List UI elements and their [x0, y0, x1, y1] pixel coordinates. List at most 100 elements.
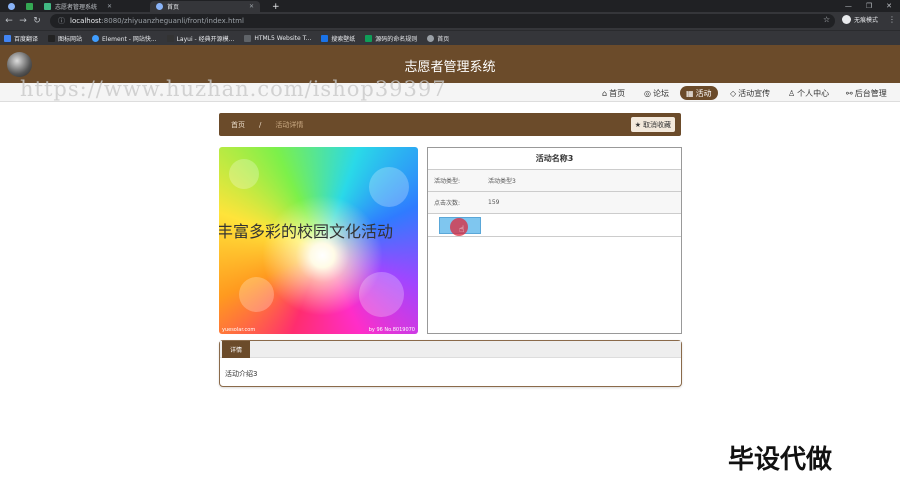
- unfavorite-button[interactable]: ★ 取消收藏: [630, 117, 675, 132]
- bookmark-icon: [321, 34, 329, 42]
- globe-icon: [156, 3, 163, 10]
- unfavorite-label: 取消收藏: [643, 120, 671, 129]
- bookmark-label: 首页: [437, 35, 450, 43]
- new-tab-button[interactable]: +: [266, 1, 286, 12]
- chrome-icon: [8, 3, 15, 10]
- image-caption-text: 丰富多彩的校园文化活动: [219, 222, 394, 241]
- hand-cursor-icon: ☝: [459, 225, 465, 235]
- tab-label: 志愿者管理系统: [55, 4, 98, 11]
- bookmark-label: 图标网站: [58, 35, 83, 43]
- bokeh-circle: [239, 277, 274, 312]
- nav-label: 后台管理: [854, 88, 887, 98]
- close-tab-icon[interactable]: ✕: [107, 3, 112, 10]
- bookmark-item[interactable]: 搜索壁纸: [321, 34, 355, 43]
- bookmark-item[interactable]: Element - 网站快...: [92, 34, 157, 43]
- site-title: 志愿者管理系统: [404, 60, 496, 75]
- maximize-icon[interactable]: ❐: [866, 2, 872, 10]
- bookmark-icon: [48, 34, 56, 42]
- bookmark-icon: [4, 34, 11, 42]
- details-panel: 详情 活动介绍3: [219, 340, 682, 387]
- home-icon: ⌂: [602, 88, 608, 98]
- url-watermark: https://www.huzhan.com/ishop39397: [20, 77, 447, 101]
- browser-tab-app[interactable]: 志愿者管理系统 ✕: [38, 1, 148, 12]
- nav-label: 活动宣传: [738, 88, 771, 98]
- info-row-type: 活动类型: 活动类型3: [428, 170, 681, 192]
- bookmark-icon: [166, 34, 174, 42]
- close-tab-icon[interactable]: ✕: [249, 3, 254, 10]
- tab-details[interactable]: 详情: [222, 341, 251, 358]
- url-host: localhost: [70, 17, 102, 25]
- bookmark-star-icon[interactable]: ☆: [823, 15, 830, 24]
- tag-icon: ◇: [730, 88, 737, 98]
- nav-item-admin[interactable]: ⚯ 后台管理: [840, 86, 893, 100]
- bookmark-item[interactable]: Layui - 经典开源模...: [166, 34, 235, 43]
- forward-icon[interactable]: →: [16, 16, 30, 26]
- nav-item-forum[interactable]: ◎ 论坛: [638, 86, 675, 100]
- grid-icon: ▦: [686, 88, 694, 98]
- url-path: :8080/zhiyuanzheguanli/front/index.html: [101, 17, 244, 25]
- bookmark-item[interactable]: 图标网站: [48, 34, 82, 43]
- link-icon: ⚯: [846, 88, 853, 98]
- address-bar: ← → ↻ ⓘ localhost:8080/zhiyuanzheguanli/…: [0, 12, 900, 30]
- action-row: ☝: [428, 214, 681, 237]
- corner-watermark: 毕设代做: [728, 445, 833, 475]
- info-icon: ⓘ: [58, 17, 65, 25]
- bookmark-icon: [244, 34, 252, 42]
- bookmark-label: 源码的命名规则: [375, 35, 418, 43]
- user-icon: ♙: [788, 88, 796, 98]
- bookmark-label: HTML5 Website T...: [254, 34, 312, 42]
- bookmark-icon: [92, 34, 100, 42]
- back-icon[interactable]: ←: [2, 16, 16, 26]
- info-row-clicks: 点击次数: 159: [428, 192, 681, 214]
- bookmark-item[interactable]: HTML5 Website T...: [244, 34, 312, 42]
- nav-label: 活动: [695, 88, 712, 98]
- browser-menu-icon[interactable]: ⋮: [888, 15, 896, 24]
- close-window-icon[interactable]: ✕: [886, 2, 892, 10]
- profile-label: 无痕模式: [854, 17, 879, 24]
- tab-favicon-icon: [26, 3, 33, 10]
- bookmark-item[interactable]: 首页: [427, 34, 449, 43]
- image-credit-left: yuesolar.com: [222, 327, 256, 333]
- details-content: 活动介绍3: [225, 370, 258, 378]
- bokeh-circle: [359, 272, 404, 317]
- bookmark-item[interactable]: 百度翻译: [4, 34, 38, 43]
- minimize-icon[interactable]: —: [845, 2, 852, 10]
- info-label: 点击次数:: [434, 200, 461, 207]
- incognito-icon: [842, 15, 851, 24]
- info-value: 159: [488, 199, 500, 206]
- bookmark-icon: [365, 34, 373, 42]
- bookmarks-bar: 百度翻译 图标网站 Element - 网站快... Layui - 经典开源模…: [0, 30, 900, 45]
- bookmark-item[interactable]: 源码的命名规则: [365, 34, 417, 43]
- tab-label: 首页: [167, 4, 180, 11]
- breadcrumb: 首页 / 活动详情 ★ 取消收藏: [219, 113, 681, 136]
- bokeh-circle: [229, 159, 259, 189]
- chat-icon: ◎: [644, 88, 651, 98]
- vue-icon: [44, 3, 51, 10]
- nav-item-activity[interactable]: ▦ 活动: [680, 86, 718, 100]
- nav-item-promo[interactable]: ◇ 活动宣传: [724, 86, 776, 100]
- breadcrumb-current: 活动详情: [275, 120, 304, 129]
- activity-title: 活动名称3: [428, 148, 681, 170]
- star-icon: ★: [634, 120, 641, 129]
- bookmark-label: 搜索壁纸: [331, 35, 356, 43]
- window-controls: — ❐ ✕: [845, 0, 892, 12]
- breadcrumb-home[interactable]: 首页: [231, 120, 245, 130]
- profile-button[interactable]: 无痕模式: [842, 15, 878, 24]
- reload-icon[interactable]: ↻: [30, 16, 44, 26]
- nav-item-home[interactable]: ⌂ 首页: [596, 86, 631, 100]
- nav-label: 首页: [609, 88, 626, 98]
- bookmark-icon: [427, 34, 435, 42]
- url-input[interactable]: ⓘ localhost:8080/zhiyuanzheguanli/front/…: [50, 14, 835, 28]
- browser-menu-tab[interactable]: [2, 1, 21, 12]
- bookmark-label: Layui - 经典开源模...: [176, 35, 235, 43]
- breadcrumb-separator: /: [259, 120, 262, 129]
- activity-image: 丰富多彩的校园文化活动 yuesolar.com by 96 No.801907…: [219, 147, 418, 334]
- activity-info-panel: 活动名称3 活动类型: 活动类型3 点击次数: 159 ☝: [427, 147, 682, 334]
- bookmark-label: 百度翻译: [14, 35, 39, 43]
- nav-item-profile[interactable]: ♙ 个人中心: [782, 86, 835, 100]
- info-label: 活动类型:: [434, 178, 461, 185]
- browser-tab-2[interactable]: [20, 1, 39, 12]
- browser-tab-home[interactable]: 首页 ✕: [150, 1, 260, 12]
- info-value: 活动类型3: [488, 178, 516, 185]
- bokeh-circle: [369, 167, 409, 207]
